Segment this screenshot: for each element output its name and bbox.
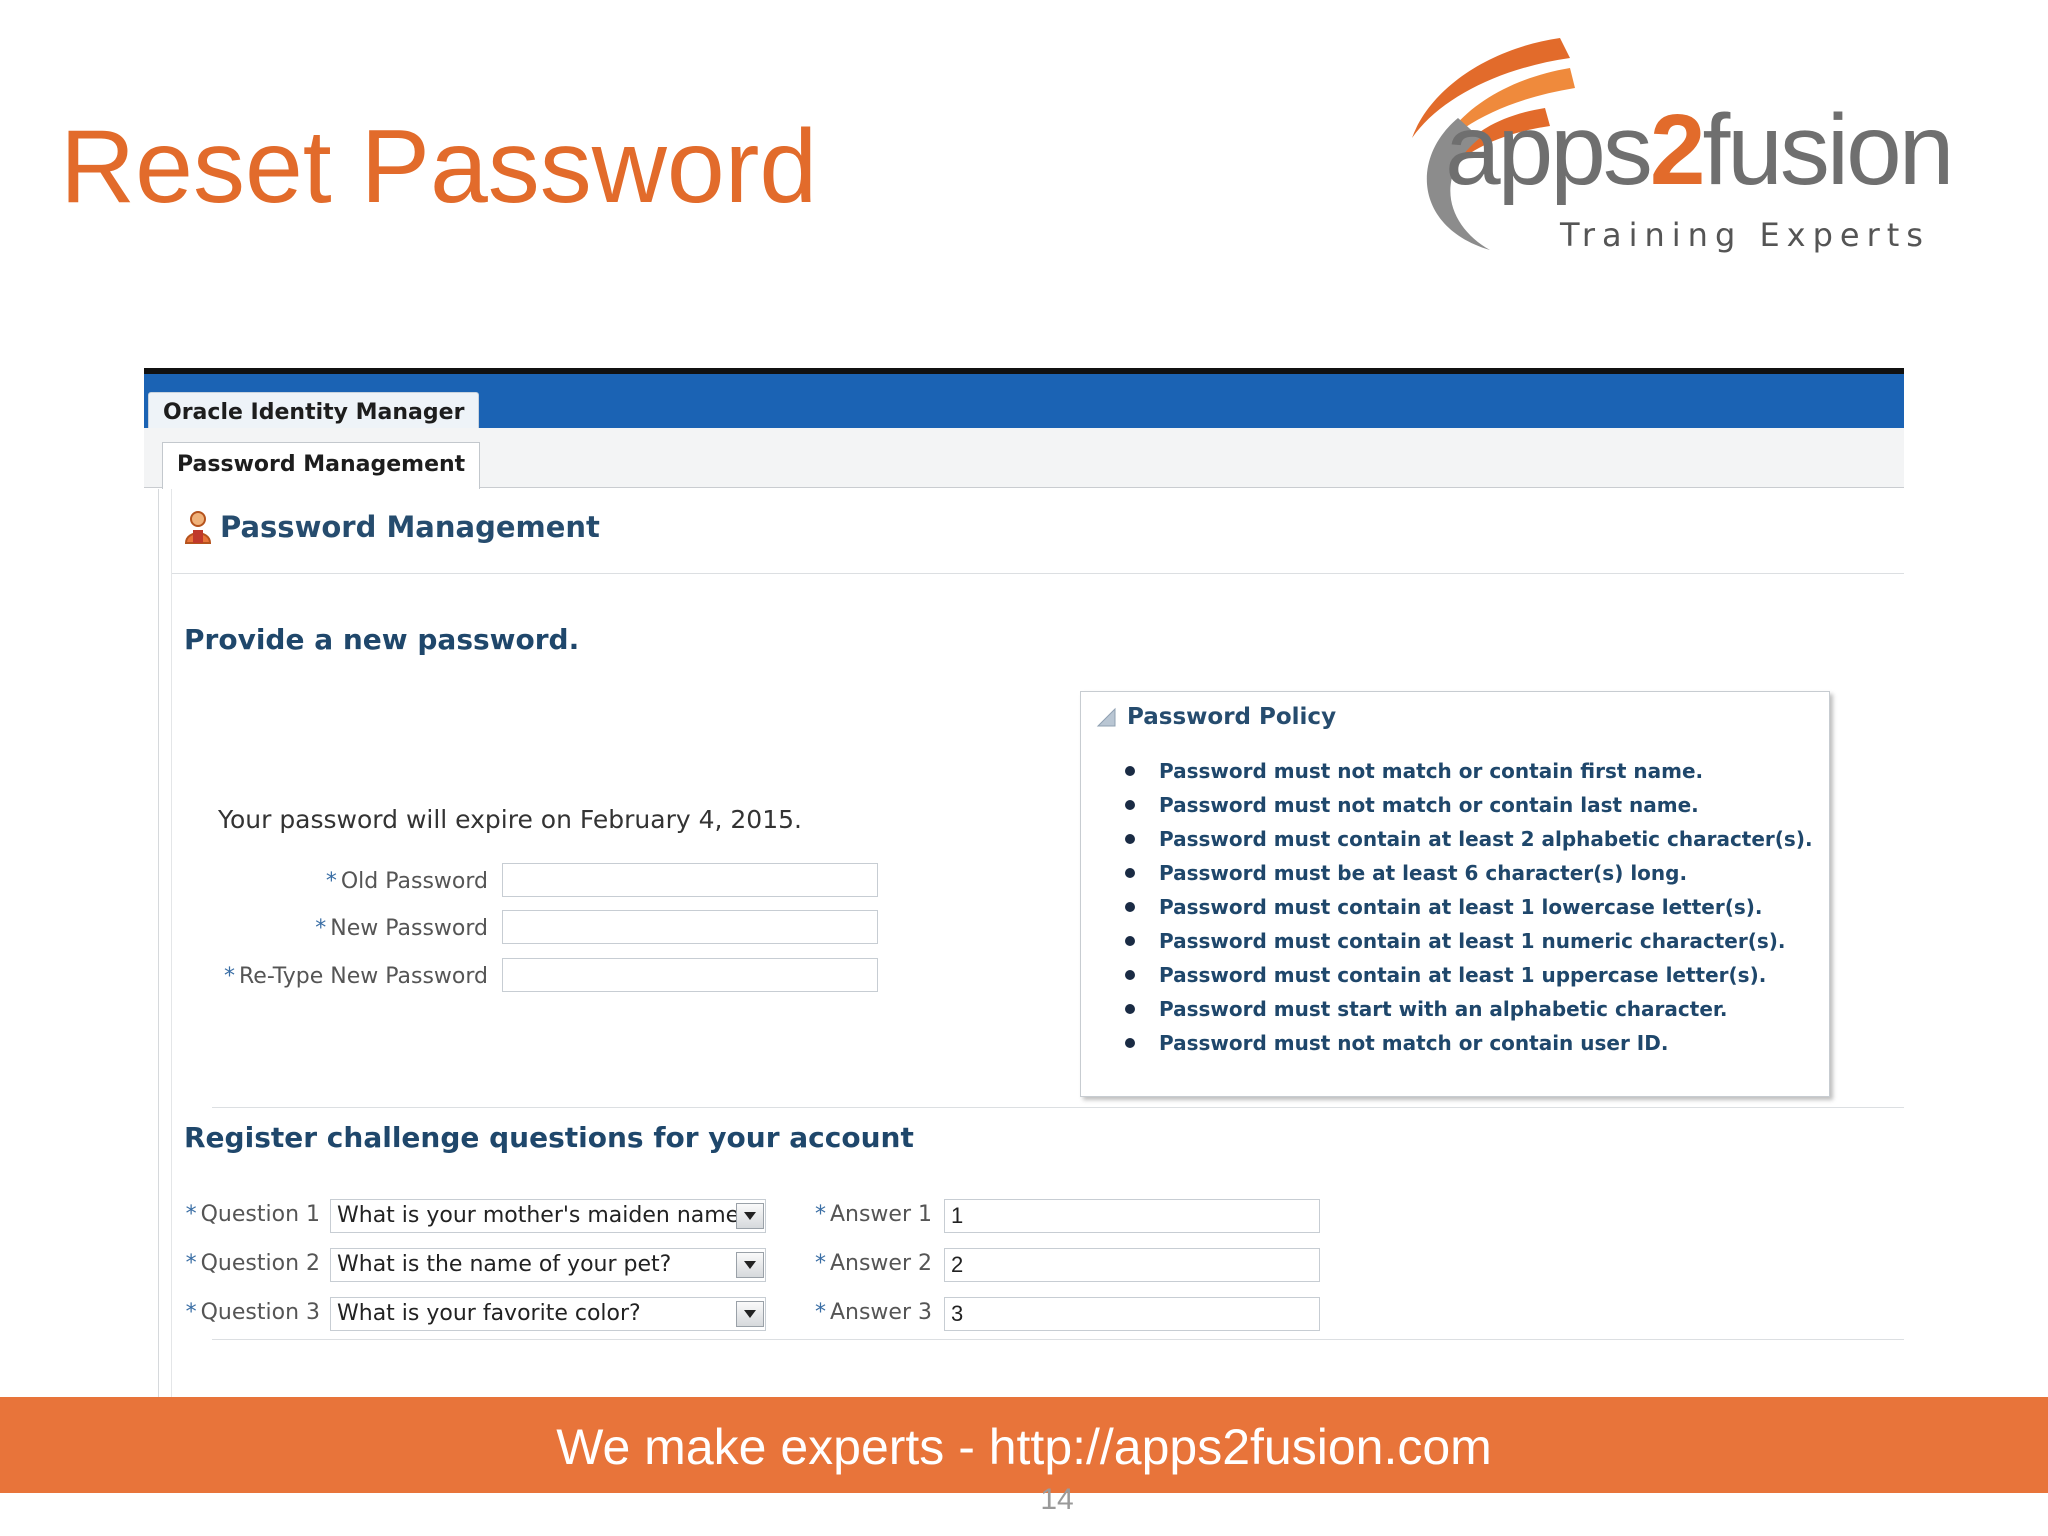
- question-3-select[interactable]: What is your favorite color?: [330, 1297, 766, 1331]
- header-divider: [172, 573, 1904, 574]
- content-panel: Password Management Provide a new passwo…: [158, 489, 1904, 1426]
- content-inner: Password Management Provide a new passwo…: [171, 489, 1904, 1426]
- answer-2-label: * Answer 2: [814, 1251, 932, 1276]
- bullet-icon: [1125, 1038, 1135, 1048]
- oim-screenshot: Oracle Identity Manager Password Managem…: [144, 368, 1904, 1426]
- chevron-down-icon[interactable]: [736, 1252, 764, 1278]
- answer-1-label: * Answer 1: [814, 1202, 932, 1227]
- retype-password-row: * Re-Type New Password: [172, 958, 488, 994]
- policy-rule: Password must not match or contain last …: [1125, 788, 1813, 822]
- challenge-section-heading: Register challenge questions for your ac…: [184, 1121, 914, 1154]
- policy-rule: Password must contain at least 1 numeric…: [1125, 924, 1813, 958]
- bullet-icon: [1125, 1004, 1135, 1014]
- question-1-select[interactable]: What is your mother's maiden name?: [330, 1199, 766, 1233]
- tab-password-management[interactable]: Password Management: [162, 442, 481, 489]
- password-section-heading: Provide a new password.: [184, 623, 580, 656]
- bullet-icon: [1125, 766, 1135, 776]
- policy-rule: Password must contain at least 2 alphabe…: [1125, 822, 1813, 856]
- bullet-icon: [1125, 970, 1135, 980]
- policy-rule: Password must contain at least 1 upperca…: [1125, 958, 1813, 992]
- answer-1-input[interactable]: [944, 1199, 1320, 1233]
- question-2-label: * Question 2: [185, 1251, 320, 1276]
- password-policy-panel: Password Policy Password must not match …: [1080, 691, 1830, 1097]
- top-nav-bar: Oracle Identity Manager: [144, 368, 1904, 434]
- bullet-icon: [1125, 834, 1135, 844]
- page-header: Password Management: [184, 503, 600, 551]
- collapse-triangle-icon[interactable]: [1095, 706, 1117, 728]
- sub-nav-bar: Password Management: [144, 428, 1904, 489]
- old-password-label: * Old Password: [325, 868, 488, 894]
- policy-title: Password Policy: [1127, 704, 1337, 730]
- page-title: Password Management: [220, 510, 600, 544]
- section-divider: [212, 1107, 1904, 1108]
- bullet-icon: [1125, 868, 1135, 878]
- retype-password-input[interactable]: [502, 958, 878, 992]
- question-3-label: * Question 3: [185, 1300, 320, 1325]
- policy-rule: Password must start with an alphabetic c…: [1125, 992, 1813, 1026]
- question-1-label: * Question 1: [185, 1202, 320, 1227]
- policy-rules-list: Password must not match or contain first…: [1125, 754, 1813, 1060]
- new-password-row: * New Password: [172, 910, 488, 946]
- bullet-icon: [1125, 800, 1135, 810]
- answer-2-input[interactable]: [944, 1248, 1320, 1282]
- bullet-icon: [1125, 902, 1135, 912]
- slide-title: Reset Password: [60, 109, 818, 225]
- policy-rule: Password must contain at least 1 lowerca…: [1125, 890, 1813, 924]
- policy-rule: Password must not match or contain user …: [1125, 1026, 1813, 1060]
- answer-3-label: * Answer 3: [814, 1300, 932, 1325]
- answer-3-input[interactable]: [944, 1297, 1320, 1331]
- policy-rule: Password must be at least 6 character(s)…: [1125, 856, 1813, 890]
- old-password-row: * Old Password: [172, 863, 488, 899]
- expiry-notice: Your password will expire on February 4,…: [218, 805, 802, 834]
- new-password-input[interactable]: [502, 910, 878, 944]
- chevron-down-icon[interactable]: [736, 1203, 764, 1229]
- footer-tagline: We make experts - http://apps2fusion.com: [556, 1419, 1492, 1475]
- logo-wordmark: apps2fusion: [1445, 94, 1954, 206]
- policy-rule: Password must not match or contain first…: [1125, 754, 1813, 788]
- bottom-divider: [212, 1339, 1904, 1340]
- question-2-select[interactable]: What is the name of your pet?: [330, 1248, 766, 1282]
- retype-password-label: * Re-Type New Password: [223, 963, 488, 989]
- bullet-icon: [1125, 936, 1135, 946]
- logo-tagline: Training Experts: [1560, 216, 1930, 254]
- person-icon: [184, 511, 212, 544]
- new-password-label: * New Password: [315, 915, 488, 941]
- apps2fusion-logo: apps2fusion Training Experts: [1370, 28, 2010, 268]
- old-password-input[interactable]: [502, 863, 878, 897]
- policy-header[interactable]: Password Policy: [1095, 704, 1336, 730]
- chevron-down-icon[interactable]: [736, 1301, 764, 1327]
- page-number: 14: [1040, 1483, 1074, 1516]
